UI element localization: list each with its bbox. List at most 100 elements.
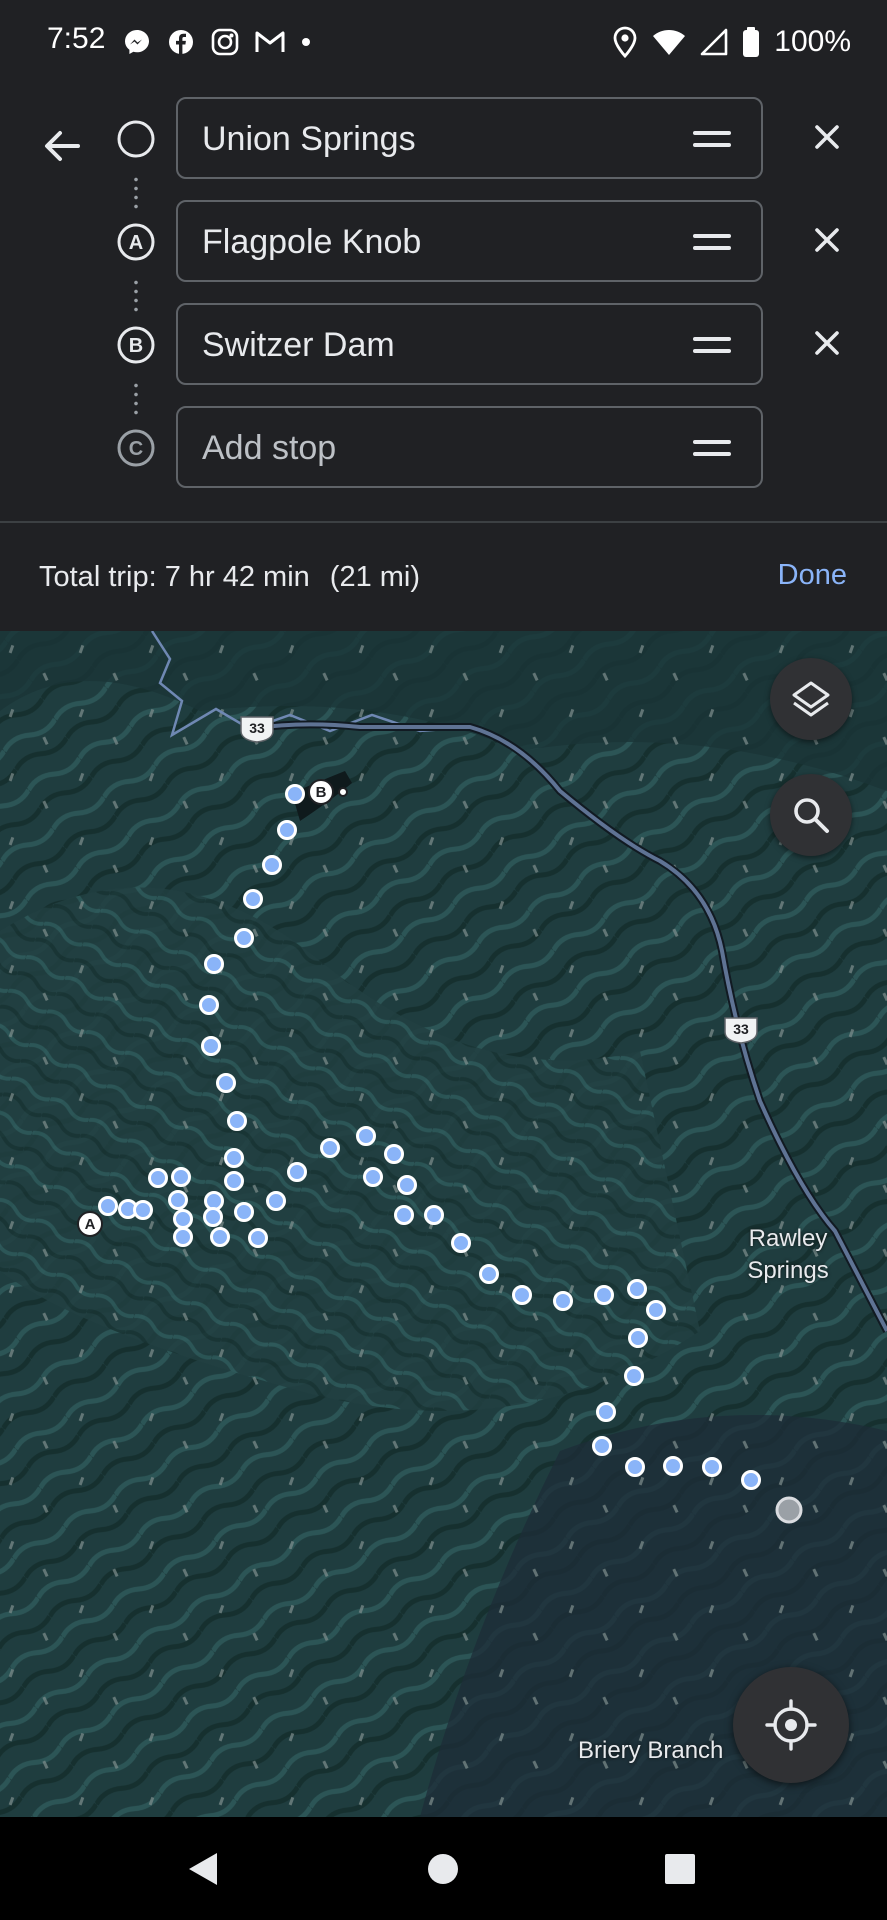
route-dot [479,1264,499,1284]
route-dot [216,1073,236,1093]
route-dot [663,1456,683,1476]
route-dot [201,1036,221,1056]
route-dot [592,1436,612,1456]
stop-field-b[interactable]: Switzer Dam [176,303,763,385]
add-stop-field[interactable]: Add stop [176,406,763,488]
route-dot [148,1168,168,1188]
route-dot [266,1191,286,1211]
nav-home-button[interactable] [421,1847,465,1891]
route-dot [451,1233,471,1253]
origin-circle-icon [117,120,155,158]
drag-handle-icon[interactable] [693,127,731,151]
search-icon [794,798,829,833]
route-dot [224,1148,244,1168]
cell-signal-icon [700,28,728,56]
route-dot [702,1457,722,1477]
route-dot [234,1202,254,1222]
back-button[interactable] [36,120,88,172]
trip-summary: Total trip: 7 hr 42 min (21 mi) Done [0,521,887,631]
route-dot [624,1366,644,1386]
route-dot [204,1191,224,1211]
arrow-back-icon [45,131,80,161]
stop-b-text: Switzer Dam [202,326,395,364]
gmail-icon [255,31,285,52]
messenger-icon [125,30,149,54]
back-triangle-icon [189,1853,217,1885]
route-dot [553,1291,573,1311]
route-dot [203,1207,223,1227]
map-view[interactable]: 33 33 A B Rawley Springs Briery Branch [0,631,887,1817]
location-icon [613,26,637,58]
layers-button[interactable] [770,658,852,740]
stop-a-text: Flagpole Knob [202,223,422,261]
route-dot [204,954,224,974]
directions-panel: Union Springs A Flagpole Knob B Switzer … [0,84,887,521]
stop-origin-text: Union Springs [202,120,416,158]
place-label-rawley-springs[interactable]: Rawley Springs [736,1223,840,1287]
drag-handle-icon[interactable] [693,230,731,254]
my-location-button[interactable] [733,1667,849,1783]
status-icons-left [122,22,312,62]
route-dot [248,1228,268,1248]
route-dot [133,1200,153,1220]
trip-summary-text: Total trip: 7 hr 42 min (21 mi) [39,561,420,594]
route-dot [397,1175,417,1195]
route-dot [173,1209,193,1229]
status-bar: 7:52 100% [0,0,887,84]
remove-stop-a-button[interactable] [805,218,849,262]
place-label-briery-branch[interactable]: Briery Branch [578,1737,723,1765]
stop-marker-a-icon: A [117,223,155,261]
nav-back-button[interactable] [181,1847,225,1891]
stop-marker-c-icon: C [117,429,155,467]
origin-location-marker[interactable] [774,1495,804,1525]
route-connector [134,175,138,213]
facebook-icon [169,30,193,54]
battery-percentage: 100% [774,25,851,58]
route-dot [277,820,297,840]
svg-text:B: B [316,784,327,801]
svg-text:C: C [129,438,143,460]
trip-duration: Total trip: 7 hr 42 min [39,561,310,593]
svg-text:A: A [85,1216,96,1233]
route-dot [171,1167,191,1187]
drag-handle-icon[interactable] [693,436,731,460]
route-dot [199,995,219,1015]
waypoint-b-marker[interactable]: B [306,777,336,807]
status-time: 7:52 [47,22,106,55]
route-dot [234,928,254,948]
route-dot [512,1285,532,1305]
route-dot [287,1162,307,1182]
stop-field-a[interactable]: Flagpole Knob [176,200,763,282]
route-dot [394,1205,414,1225]
drag-handle-icon[interactable] [693,333,731,357]
notification-dot-icon [302,38,310,46]
svg-text:B: B [129,335,143,357]
stop-field-origin[interactable]: Union Springs [176,97,763,179]
search-along-route-button[interactable] [770,774,852,856]
route-dot [173,1227,193,1247]
route-dot [320,1138,340,1158]
waypoint-a-marker[interactable]: A [75,1209,105,1239]
route-dot [262,855,282,875]
route-dot [741,1470,761,1490]
svg-text:A: A [129,232,143,254]
done-button[interactable]: Done [778,559,847,592]
add-stop-placeholder: Add stop [202,429,337,467]
crosshair-icon [765,1699,817,1751]
route-connector [134,278,138,316]
battery-icon [743,27,760,57]
route-dot [384,1144,404,1164]
nav-recents-button[interactable] [658,1847,702,1891]
remove-stop-b-button[interactable] [805,321,849,365]
remove-stop-origin-button[interactable] [805,115,849,159]
route-dot [646,1300,666,1320]
close-icon [815,331,839,355]
place-label-line: Rawley [748,1225,828,1252]
route-dot [168,1190,188,1210]
route-dot [628,1328,648,1348]
small-poi-icon [338,787,348,797]
layers-icon [792,681,830,717]
route-dot [285,784,305,804]
status-icons-right: 100% [612,22,851,62]
route-dot [210,1227,230,1247]
